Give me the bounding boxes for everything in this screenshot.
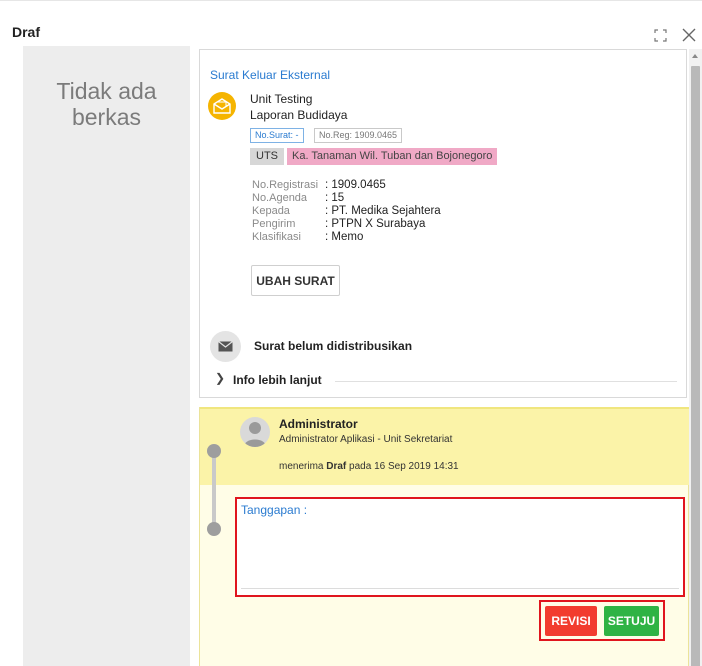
meta-row: No.Registrasi : 1909.0465 <box>252 179 441 192</box>
attachment-pane: Tidak ada berkas <box>23 46 190 666</box>
chevron-right-icon[interactable]: ❯ <box>215 371 225 385</box>
meta-key: No.Agenda <box>252 192 308 204</box>
meta-row: No.Agenda : 15 <box>252 192 441 205</box>
input-underline <box>241 588 679 589</box>
scroll-up-arrow-icon[interactable] <box>692 54 698 58</box>
draft-modal: Draf Tidak ada berkas Surat Keluar Ekste… <box>0 0 702 666</box>
letter-meta: No.Registrasi : 1909.0465 No.Agenda : 15… <box>252 179 441 244</box>
decision-buttons: REVISI SETUJU <box>539 600 665 641</box>
meta-value: : Memo <box>325 231 364 243</box>
distribution-status: Surat belum didistribusikan <box>254 339 413 353</box>
meta-row: Pengirim : PTPN X Surabaya <box>252 218 441 231</box>
recipient-tag: Ka. Tanaman Wil. Tuban dan Bojonegoro <box>287 148 498 165</box>
letter-category-link[interactable]: Surat Keluar Eksternal <box>210 68 330 82</box>
meta-key: No.Registrasi <box>252 179 319 191</box>
response-input[interactable] <box>241 519 679 585</box>
expand-icon[interactable] <box>654 29 667 42</box>
meta-key: Klasifikasi <box>252 231 301 243</box>
received-document: Draf <box>326 461 347 472</box>
user-avatar-icon <box>240 417 270 447</box>
modal-header: Draf <box>0 1 702 46</box>
activity-entry: Administrator Administrator Aplikasi - U… <box>200 407 690 485</box>
received-info: menerima Draf pada 16 Sep 2019 14:31 <box>279 461 459 472</box>
divider <box>335 381 677 382</box>
scroll-thumb[interactable] <box>691 66 700 666</box>
meta-value: : 1909.0465 <box>325 179 386 191</box>
meta-key: Pengirim <box>252 218 296 230</box>
detail-pane: Surat Keluar Eksternal Unit Testing Lapo… <box>199 49 690 666</box>
received-date: pada 16 Sep 2019 14:31 <box>349 461 459 472</box>
sender-unit: Unit Testing <box>250 92 313 106</box>
letter-card: Surat Keluar Eksternal Unit Testing Lapo… <box>199 49 687 398</box>
letter-subject: Laporan Budidaya <box>250 108 348 122</box>
activity-panel: Administrator Administrator Aplikasi - U… <box>199 407 690 666</box>
response-box: Tanggapan : <box>235 497 685 597</box>
meta-row: Klasifikasi : Memo <box>252 231 441 244</box>
meta-value: : PT. Medika Sejahtera <box>325 205 441 217</box>
edit-letter-button[interactable]: UBAH SURAT <box>251 265 340 296</box>
revise-button[interactable]: REVISI <box>545 606 597 636</box>
modal-title: Draf <box>12 24 41 40</box>
envelope-icon <box>210 331 241 362</box>
meta-value: : 15 <box>325 192 345 204</box>
envelope-open-icon <box>208 92 236 120</box>
meta-key: Kepada <box>252 205 290 217</box>
meta-value: : PTPN X Surabaya <box>325 218 426 230</box>
actor-role: Administrator Aplikasi - Unit Sekretaria… <box>279 434 453 445</box>
no-file-text: Tidak ada berkas <box>56 78 157 130</box>
meta-row: Kepada : PT. Medika Sejahtera <box>252 205 441 218</box>
registration-number-chip: No.Reg: 1909.0465 <box>314 128 403 143</box>
letter-number-chip: No.Surat: - <box>250 128 304 143</box>
approve-button[interactable]: SETUJU <box>604 606 659 636</box>
close-icon[interactable] <box>682 28 696 42</box>
timeline-dot <box>207 522 221 536</box>
received-prefix: menerima <box>279 461 324 472</box>
timeline-line <box>212 452 216 530</box>
response-label: Tanggapan : <box>241 503 308 517</box>
unit-code-tag: UTS <box>250 148 284 165</box>
actor-name: Administrator <box>279 417 358 431</box>
more-info-toggle[interactable]: Info lebih lanjut <box>233 373 322 387</box>
scrollbar[interactable] <box>689 49 702 666</box>
timeline-dot <box>207 444 221 458</box>
